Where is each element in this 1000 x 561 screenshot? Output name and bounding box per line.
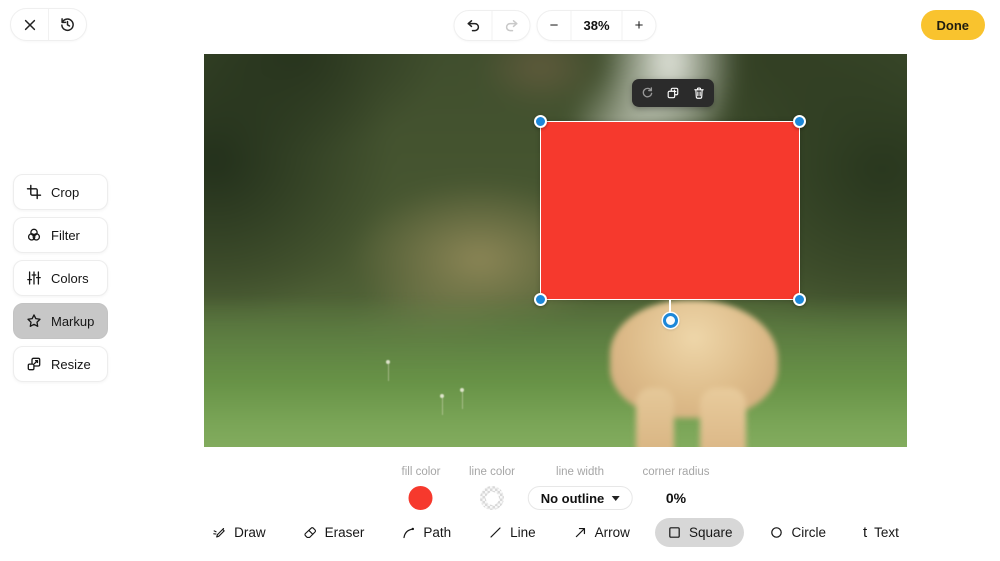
path-icon (401, 525, 416, 540)
close-button[interactable] (11, 9, 48, 40)
line-icon (488, 525, 503, 540)
sidebar-item-markup[interactable]: Markup (13, 303, 108, 339)
redo-icon (503, 18, 519, 34)
tool-square[interactable]: Square (654, 518, 745, 547)
rotation-handle[interactable] (663, 313, 678, 328)
text-icon: t (863, 524, 868, 541)
rotate-button[interactable] (640, 86, 654, 100)
done-button[interactable]: Done (920, 10, 985, 40)
photo-grass (204, 295, 907, 447)
colors-sliders-icon (26, 270, 42, 286)
line-width-control: line width No outline (527, 466, 633, 510)
line-width-value: No outline (540, 490, 605, 506)
dog-leg (636, 388, 674, 447)
tool-draw[interactable]: Draw (200, 518, 278, 547)
zoom-control-group: − 38% + (536, 10, 657, 41)
chevron-down-icon (611, 495, 620, 501)
tool-label: Square (688, 525, 733, 540)
sidebar-item-label: Markup (51, 313, 95, 329)
undo-button[interactable] (455, 11, 492, 40)
sidebar-item-crop[interactable]: Crop (13, 174, 108, 210)
resize-handle-top-right[interactable] (793, 115, 806, 128)
filter-icon (26, 227, 42, 243)
line-width-dropdown[interactable]: No outline (527, 486, 633, 510)
tool-label: Path (423, 525, 452, 540)
markup-tools-toolbar: Draw Eraser Path Line Arrow Square Circl… (204, 518, 907, 547)
eraser-icon (303, 525, 318, 540)
photo-dog (600, 300, 790, 447)
photo-flower (460, 388, 464, 409)
sidebar-item-label: Colors (51, 270, 89, 286)
zoom-in-button[interactable]: + (623, 11, 656, 40)
zoom-out-button[interactable]: − (538, 11, 571, 40)
tool-arrow[interactable]: Arrow (561, 518, 642, 547)
corner-radius-value[interactable]: 0% (666, 486, 686, 510)
tool-label: Eraser (324, 525, 365, 540)
close-icon (22, 17, 38, 33)
tool-eraser[interactable]: Eraser (291, 518, 377, 547)
photo-flower (440, 394, 444, 415)
circle-icon (769, 525, 784, 540)
selection-toolbar (632, 79, 714, 107)
crop-icon (26, 184, 42, 200)
delete-button[interactable] (692, 86, 706, 100)
corner-radius-label: corner radius (642, 466, 710, 478)
square-icon (667, 525, 682, 540)
arrow-icon (573, 525, 588, 540)
fill-color-label: fill color (401, 466, 441, 478)
markup-rectangle-shape[interactable] (540, 121, 800, 300)
resize-handle-bottom-right[interactable] (793, 293, 806, 306)
tool-label: Line (510, 525, 536, 540)
history-button[interactable] (49, 9, 86, 40)
sidebar-item-label: Filter (51, 227, 80, 243)
duplicate-button[interactable] (666, 86, 680, 100)
sidebar-item-label: Crop (51, 184, 80, 200)
resize-handle-top-left[interactable] (534, 115, 547, 128)
trash-icon (692, 86, 706, 100)
resize-icon (26, 356, 42, 372)
tool-label: Circle (791, 525, 826, 540)
sidebar: Crop Filter Colors Markup Resize (13, 174, 108, 382)
photo-flower (386, 360, 390, 381)
corner-radius-control: corner radius 0% (642, 466, 709, 510)
image-editor: − 38% + Done Crop Filter Colors Markup R… (0, 0, 1000, 561)
sidebar-item-resize[interactable]: Resize (13, 346, 108, 382)
zoom-level-value: 38% (583, 18, 610, 33)
undo-icon (465, 18, 481, 34)
redo-button[interactable] (493, 11, 530, 40)
line-color-control: line color (469, 466, 515, 510)
markup-star-icon (26, 313, 42, 329)
tool-label: Text (874, 525, 899, 540)
history-icon (59, 16, 76, 33)
fill-color-control: fill color (401, 466, 441, 510)
fill-color-swatch[interactable] (408, 486, 433, 510)
tool-path[interactable]: Path (389, 518, 463, 547)
tool-line[interactable]: Line (476, 518, 548, 547)
rotation-handle-stem (669, 300, 671, 314)
line-width-label: line width (556, 466, 604, 478)
tool-text[interactable]: t Text (851, 518, 911, 547)
sidebar-item-colors[interactable]: Colors (13, 260, 108, 296)
draw-icon (212, 525, 227, 540)
tool-label: Arrow (594, 525, 630, 540)
line-color-swatch[interactable] (480, 486, 504, 510)
rotate-icon (640, 86, 654, 100)
top-center-toolbar: − 38% + (453, 10, 657, 41)
sidebar-item-filter[interactable]: Filter (13, 217, 108, 253)
duplicate-icon (666, 86, 680, 100)
tool-circle[interactable]: Circle (757, 518, 838, 547)
resize-handle-bottom-left[interactable] (534, 293, 547, 306)
sidebar-item-label: Resize (51, 356, 91, 372)
tool-label: Draw (234, 525, 266, 540)
undo-redo-group (453, 10, 531, 41)
dog-leg (700, 388, 746, 447)
close-history-group (10, 8, 87, 41)
line-color-label: line color (468, 466, 516, 478)
